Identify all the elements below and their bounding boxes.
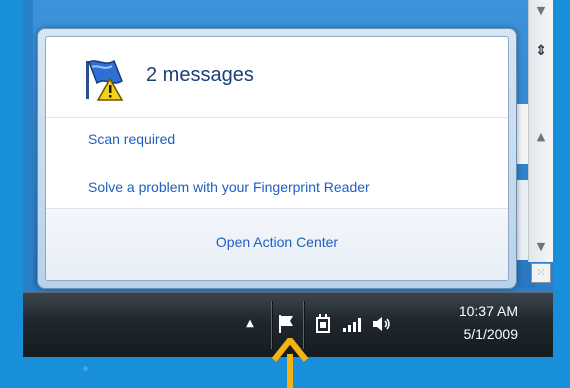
- power-plug-icon[interactable]: [312, 312, 334, 336]
- popup-header: 2 messages: [46, 37, 508, 118]
- message-count-title: 2 messages: [146, 64, 254, 86]
- scrollbar[interactable]: ▼ ⇕ ▲ ▼: [528, 0, 553, 262]
- action-center-warning-flag-icon: [86, 59, 124, 101]
- scroll-down-arrow[interactable]: ▼: [529, 236, 553, 258]
- speaker-volume-icon[interactable]: [370, 312, 394, 336]
- pointer-arrow-icon: [271, 338, 309, 388]
- action-center-flag-icon[interactable]: [275, 312, 299, 336]
- network-signal-icon[interactable]: [340, 312, 364, 336]
- fingerprint-problem-link[interactable]: Solve a problem with your Fingerprint Re…: [88, 179, 370, 195]
- scroll-up-arrow[interactable]: ▲: [529, 126, 553, 148]
- open-action-center-link[interactable]: Open Action Center: [46, 234, 508, 250]
- popup-footer: Open Action Center: [46, 208, 508, 280]
- scroll-stepper-icon[interactable]: ⇕: [529, 40, 553, 62]
- show-hidden-icons-button[interactable]: ▲: [242, 312, 258, 336]
- clock-time[interactable]: 10:37 AM: [418, 303, 518, 319]
- action-center-popup: 2 messages Scan required Solve a problem…: [37, 28, 517, 289]
- clock-date[interactable]: 5/1/2009: [418, 326, 519, 342]
- resize-grip-icon[interactable]: ⁙: [531, 263, 551, 283]
- scroll-up-button[interactable]: ▼: [529, 0, 553, 22]
- scan-required-link[interactable]: Scan required: [88, 131, 175, 147]
- popup-body: 2 messages Scan required Solve a problem…: [45, 36, 509, 281]
